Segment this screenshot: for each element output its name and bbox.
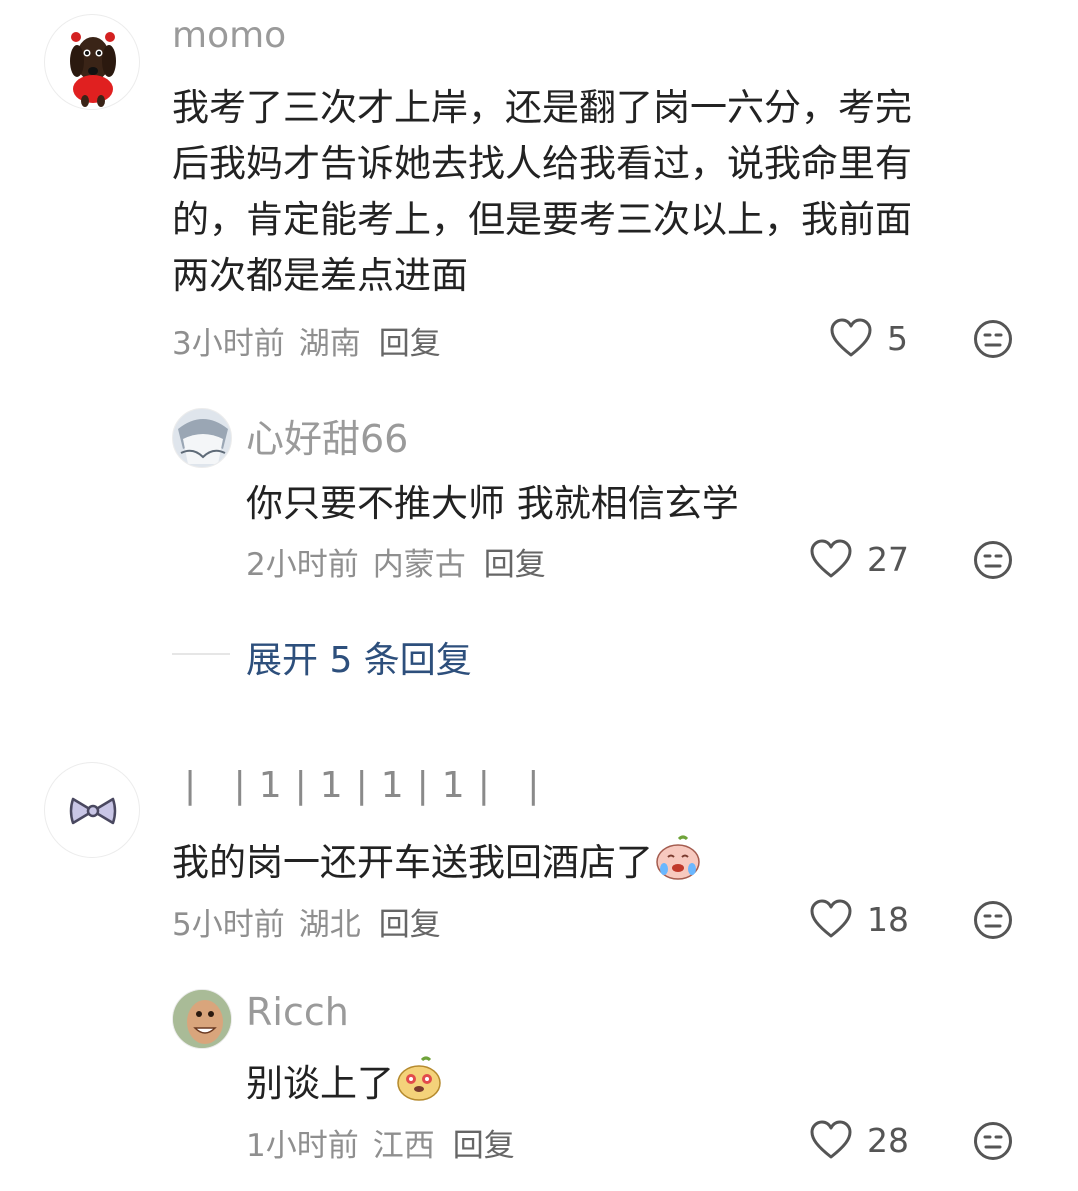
reply-meta: 2小时前 内蒙古 回复	[246, 539, 546, 584]
like-button[interactable]: 28	[809, 1119, 909, 1161]
like-count: 18	[867, 899, 909, 939]
like-count: 27	[867, 539, 909, 579]
dislike-face-icon[interactable]	[973, 900, 1013, 940]
heart-icon	[810, 1120, 852, 1159]
dog-avatar-image	[70, 32, 116, 107]
reply-username[interactable]: 心好甜66	[246, 408, 408, 463]
reply-time: 2小时前	[246, 547, 359, 583]
reply-location: 内蒙古	[372, 547, 466, 583]
like-button[interactable]: 5	[829, 317, 908, 359]
reply-button[interactable]: 回复	[379, 326, 441, 362]
comment-text-line: 的，肯定能考上，但是要考三次以上，我前面	[172, 198, 912, 241]
comment-location: 湖北	[298, 907, 361, 943]
avatar-momo[interactable]	[44, 14, 140, 110]
comment-location: 湖南	[298, 326, 361, 362]
like-count: 5	[887, 318, 908, 358]
avatar-ricch[interactable]	[172, 989, 232, 1049]
expand-replies-button[interactable]: 展开 5 条回复	[246, 631, 472, 683]
heart-icon	[810, 539, 852, 578]
reply-username[interactable]: Ricch	[246, 990, 349, 1034]
comment-time: 3小时前	[172, 326, 285, 362]
heart-icon	[810, 899, 852, 938]
comment-meta: 3小时前 湖南 回复	[172, 318, 441, 363]
comment-time: 5小时前	[172, 907, 285, 943]
crying-face-sticker-icon	[656, 835, 700, 880]
comment-text: 我考了三次才上岸，还是翻了岗一六分，考完 后我妈才告诉她去找人给我看过，说我命里…	[172, 80, 912, 304]
like-count: 28	[867, 1120, 909, 1160]
reply-location: 江西	[372, 1128, 435, 1164]
expand-divider	[172, 653, 230, 655]
reply-button[interactable]: 回复	[453, 1128, 515, 1164]
reply-text-content: 别谈上了	[246, 1062, 394, 1105]
avatar-user-bars[interactable]	[44, 762, 140, 858]
reply-text: 你只要不推大师 我就相信玄学	[246, 482, 739, 525]
bow-avatar-image	[69, 797, 117, 825]
reply-text: 别谈上了	[246, 1053, 444, 1107]
comment-text-line: 后我妈才告诉她去找人给我看过，说我命里有	[172, 142, 912, 185]
comment-text: 我的岗一还开车送我回酒店了	[172, 832, 703, 886]
comment-text-line: 两次都是差点进面	[172, 254, 468, 297]
anime-avatar-image	[173, 409, 231, 467]
heart-eyes-sticker-icon	[397, 1056, 441, 1101]
reply-button[interactable]: 回复	[379, 907, 441, 943]
comment-text-content: 我的岗一还开车送我回酒店了	[172, 841, 653, 884]
comment-username[interactable]: | |1|1|1|1| |	[184, 765, 552, 806]
like-button[interactable]: 18	[809, 898, 909, 940]
reply-time: 1小时前	[246, 1128, 359, 1164]
comment-text-line: 我考了三次才上岸，还是翻了岗一六分，考完	[172, 86, 912, 129]
like-button[interactable]: 27	[809, 538, 909, 580]
heart-icon	[830, 318, 872, 357]
avatar-xinhaotian66[interactable]	[172, 408, 232, 468]
comment-username[interactable]: momo	[172, 15, 286, 56]
dislike-face-icon[interactable]	[973, 540, 1013, 580]
smiling-face-avatar-image	[173, 990, 231, 1048]
dislike-face-icon[interactable]	[973, 1121, 1013, 1161]
reply-button[interactable]: 回复	[484, 547, 546, 583]
comment-meta: 5小时前 湖北 回复	[172, 899, 441, 944]
dislike-face-icon[interactable]	[973, 319, 1013, 359]
reply-meta: 1小时前 江西 回复	[246, 1120, 515, 1165]
